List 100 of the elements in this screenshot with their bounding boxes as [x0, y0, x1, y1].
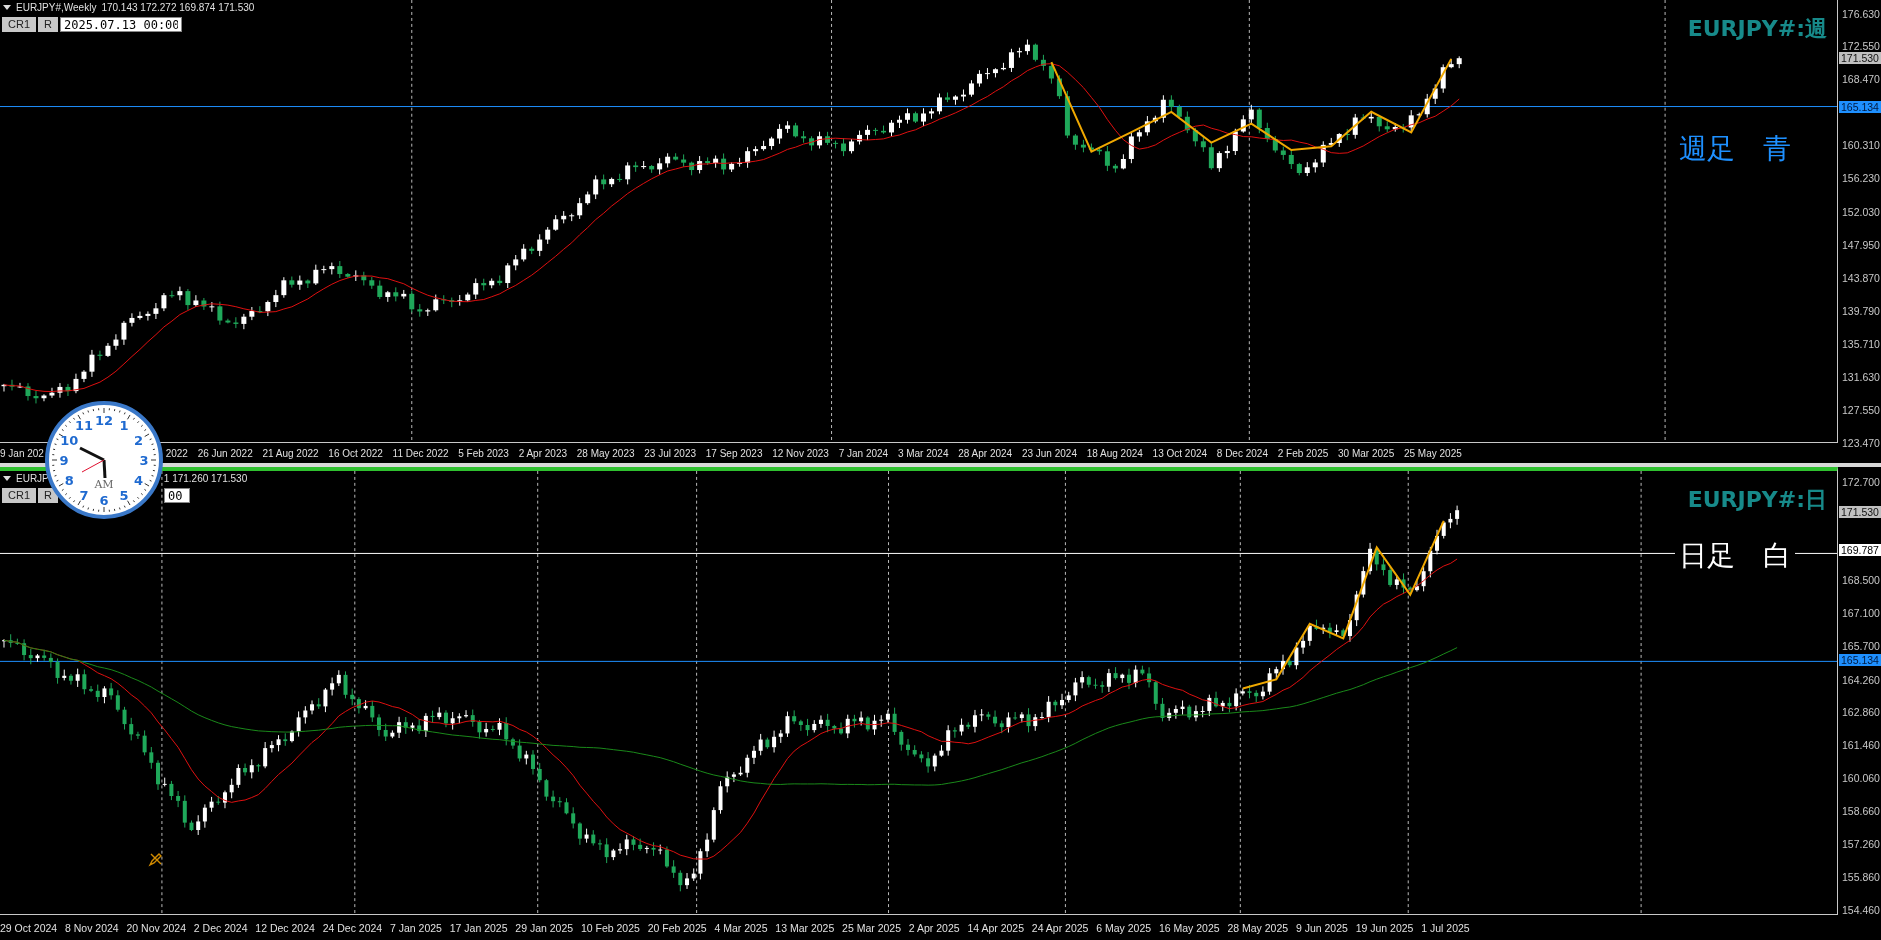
toolbar-button[interactable]: R	[38, 17, 58, 32]
clock-period: AM	[94, 478, 114, 491]
date-label: 23 Jul 2023	[644, 447, 696, 459]
date-label: 9 Jun 2025	[1295, 921, 1348, 934]
chart-title: EURJPY#:日	[1687, 486, 1827, 514]
date-label: 14 Apr 2025	[967, 921, 1025, 934]
price-tick: 176.630	[1841, 8, 1880, 20]
date-label: 20 Feb 2025	[647, 921, 707, 934]
price-tick: 160.060	[1841, 773, 1880, 785]
symbol-label: EURJP	[16, 473, 49, 484]
date-label: 28 May 2025	[1227, 921, 1289, 934]
price-badge: 171.530	[1839, 506, 1881, 519]
date-label: 16 Oct 2022	[328, 447, 383, 459]
date-label: 12 Dec 2024	[255, 921, 315, 934]
date-label: 16 May 2025	[1158, 921, 1220, 934]
clock-number: 2	[134, 433, 144, 448]
price-tick: 135.710	[1841, 338, 1880, 350]
symbol-label: EURJPY#,Weekly	[16, 2, 97, 13]
clock-number: 10	[60, 433, 79, 448]
date-label: 1 Jul 2025	[1421, 921, 1470, 934]
price-tick: 158.660	[1841, 805, 1880, 817]
clock-number: 3	[139, 453, 149, 468]
date-label: 13 Mar 2025	[775, 921, 835, 934]
price-tick: 168.470	[1841, 74, 1880, 86]
price-tick: 139.790	[1841, 305, 1880, 317]
date-label: 13 Oct 2024	[1152, 447, 1208, 459]
date-label: 29 Oct 2024	[0, 921, 58, 934]
toolbar-button[interactable]: CR1	[2, 488, 36, 503]
date-label: 24 Dec 2024	[322, 921, 383, 934]
price-badge: 165.134	[1839, 653, 1881, 666]
price-tick: 167.100	[1841, 607, 1880, 619]
date-label: 6 May 2025	[1096, 921, 1152, 934]
date-label: 2 Dec 2024	[193, 921, 248, 934]
date-label: 3 Mar 2024	[897, 447, 949, 459]
clock-number: 9	[59, 453, 69, 468]
date-label: 2022	[165, 447, 188, 459]
date-label: 18 Aug 2024	[1086, 447, 1143, 459]
price-tick: 160.310	[1841, 140, 1880, 152]
date-label: 29 Jan 2025	[515, 921, 574, 934]
clock-number: 1	[119, 418, 129, 434]
date-label: 7 Jan 2025	[390, 921, 442, 934]
date-label: 17 Jan 2025	[449, 921, 508, 934]
clock-number: 7	[79, 487, 89, 503]
date-label: 10 Feb 2025	[580, 921, 640, 934]
price-tick: 164.260	[1841, 674, 1880, 686]
date-label: 5 Feb 2023	[458, 447, 509, 459]
clock-number: 12	[94, 413, 114, 428]
price-tick: 131.630	[1841, 371, 1880, 383]
clock-number: 11	[74, 418, 94, 434]
chart-title: EURJPY#:週	[1687, 15, 1827, 43]
date-label: 2 Feb 2025	[1277, 447, 1329, 459]
toolbar-button[interactable]: R	[38, 488, 58, 503]
date-label: 2 Apr 2023	[518, 447, 567, 459]
price-tick: 172.550	[1841, 41, 1880, 53]
date-label: 8 Nov 2024	[65, 921, 119, 934]
date-label: 4 Mar 2025	[714, 921, 768, 934]
date-label: 23 Jun 2024	[1021, 447, 1077, 459]
price-tick: 147.950	[1841, 239, 1880, 251]
price-badge: 171.530	[1839, 52, 1881, 65]
date-label: 25 Mar 2025	[842, 921, 902, 934]
date-label: 19 Jun 2025	[1355, 921, 1414, 934]
date-label: 25 May 2025	[1403, 447, 1462, 459]
price-tick: 152.030	[1841, 207, 1880, 218]
time-input-field[interactable]: 2025.07.13 00:00	[59, 17, 182, 32]
date-label: 8 Dec 2024	[1216, 447, 1268, 459]
price-tick: 155.860	[1841, 871, 1880, 883]
date-label: 17 Sep 2023	[705, 447, 763, 459]
price-tick: 127.550	[1841, 404, 1880, 416]
price-tick: 154.460	[1841, 904, 1880, 916]
date-label: 11 Dec 2022	[392, 447, 449, 459]
date-label: 26 Jun 2022	[197, 447, 253, 459]
date-label: 9 Jan 202	[0, 447, 44, 459]
price-badge: 165.134	[1839, 100, 1881, 113]
date-label: 28 Apr 2024	[958, 447, 1013, 459]
clock-number: 4	[134, 473, 144, 488]
ohlc-values: 170.143 172.272 169.874 171.530	[101, 2, 255, 13]
price-tick: 168.500	[1841, 575, 1880, 587]
price-tick: 161.460	[1841, 740, 1880, 752]
date-label: 21 Aug 2022	[262, 447, 319, 459]
date-label: 20 Nov 2024	[126, 921, 187, 934]
price-badge: 169.787	[1839, 544, 1881, 557]
price-tick: 165.700	[1841, 640, 1880, 652]
date-label: 24 Apr 2025	[1031, 921, 1089, 934]
clock-number: 6	[99, 493, 109, 508]
clock-number: 8	[64, 473, 74, 488]
price-tick: 123.470	[1841, 437, 1880, 449]
price-tick: 172.700	[1841, 476, 1880, 488]
price-tick: 156.230	[1841, 173, 1880, 185]
toolbar-button[interactable]: CR1	[2, 17, 36, 32]
date-label: 28 May 2023	[576, 447, 635, 459]
price-tick: 143.870	[1841, 272, 1880, 284]
date-label: 12 Nov 2023	[772, 447, 829, 459]
date-label: 30 Mar 2025	[1338, 447, 1395, 459]
price-tick: 157.260	[1841, 838, 1880, 850]
time-input-field[interactable]: 00	[163, 488, 190, 503]
clock-number: 5	[119, 487, 129, 503]
price-tick: 162.860	[1841, 707, 1880, 719]
date-label: 2 Apr 2025	[908, 921, 960, 934]
date-label: 7 Jan 2024	[838, 447, 889, 459]
ohlc-values: 1 171.260 171.530	[163, 473, 248, 484]
